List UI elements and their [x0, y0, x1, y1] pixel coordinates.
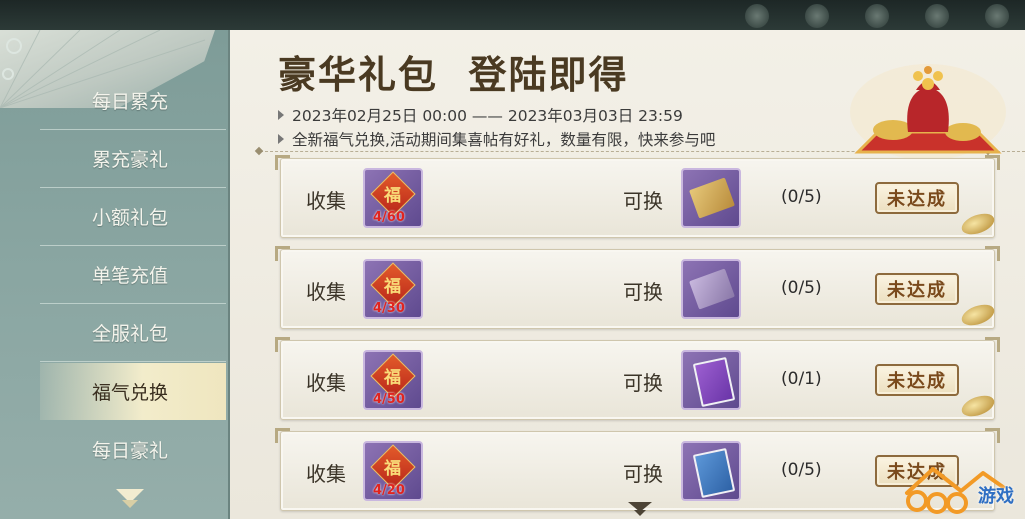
collect-progress: 4/30 [373, 301, 405, 316]
tassel-icon [958, 300, 998, 330]
time-range-text: 2023年02月25日 00:00 —— 2023年03月03日 23:59 [292, 107, 683, 125]
sidebar: 每日累充 累充豪礼 小额礼包 单笔充值 全服礼包 福气兑换 每日豪礼 [0, 30, 230, 519]
bullet-triangle-icon [278, 110, 284, 120]
scroll-down-icon-inner [634, 510, 646, 516]
watermark-text: 游戏 [978, 486, 1014, 507]
collect-progress: 4/20 [373, 483, 405, 498]
bullet-triangle-icon [278, 134, 284, 144]
ornament-icon [745, 4, 769, 28]
gold-ticket-icon [689, 177, 735, 219]
page-title: 豪华礼包 登陆即得 [278, 52, 629, 97]
exchange-row: 收集 福 4/20 可换 (0/5) 未达成 [275, 428, 1000, 511]
exchange-count: (0/5) [781, 278, 822, 298]
event-time-range: 2023年02月25日 00:00 —— 2023年03月03日 23:59 [278, 104, 683, 126]
sidebar-item-fortune-exchange[interactable]: 福气兑换 [40, 363, 226, 420]
sidebar-item-label: 单笔充值 [92, 265, 169, 287]
fu-card-item[interactable]: 福 4/50 [363, 350, 423, 410]
exchange-count: (0/5) [781, 187, 822, 207]
ornament-icon [925, 4, 949, 28]
reward-item[interactable] [681, 259, 741, 319]
sidebar-item-label: 小额礼包 [92, 207, 169, 229]
description-text: 全新福气兑换,活动期间集喜帖有好礼，数量有限，快来参与吧 [292, 131, 716, 149]
tassel-icon [958, 391, 998, 421]
ornament-icon [865, 4, 889, 28]
fu-character: 福 [384, 186, 401, 206]
ornament-icon [985, 4, 1009, 28]
sidebar-item-cumulative-gifts[interactable]: 累充豪礼 [40, 130, 226, 187]
exchange-count: (0/5) [781, 460, 822, 480]
fu-character: 福 [384, 277, 401, 297]
divider-ornament [254, 146, 264, 156]
violet-book-icon [692, 356, 736, 408]
purple-ticket-icon [689, 268, 735, 310]
fu-card-item[interactable]: 福 4/20 [363, 441, 423, 501]
main-panel: 豪华礼包 登陆即得 2023年02月25日 00:00 —— 2023年03月0… [230, 30, 1025, 519]
sidebar-item-label: 每日累充 [92, 91, 169, 113]
sidebar-item-server-packs[interactable]: 全服礼包 [40, 304, 226, 361]
sidebar-item-label: 累充豪礼 [92, 149, 169, 171]
exchange-row: 收集 福 4/30 可换 (0/5) 未达成 [275, 246, 1000, 330]
divider [40, 361, 226, 362]
sidebar-item-label: 福气兑换 [92, 382, 169, 404]
reward-item[interactable] [681, 441, 741, 501]
collect-label: 收集 [306, 462, 346, 486]
exchange-label: 可换 [623, 371, 663, 395]
not-reached-button[interactable]: 未达成 [875, 273, 959, 305]
sidebar-item-small-packs[interactable]: 小额礼包 [40, 188, 226, 245]
fu-character: 福 [384, 459, 401, 479]
sidebar-item-label: 全服礼包 [92, 323, 169, 345]
top-decoration-bar [0, 0, 1025, 30]
collect-progress: 4/50 [373, 392, 405, 407]
ornament-icon [805, 4, 829, 28]
event-description: 全新福气兑换,活动期间集喜帖有好礼，数量有限，快来参与吧 [278, 128, 715, 150]
fu-card-item[interactable]: 福 4/60 [363, 168, 423, 228]
not-reached-button[interactable]: 未达成 [875, 182, 959, 214]
sidebar-item-single-recharge[interactable]: 单笔充值 [40, 246, 226, 303]
exchange-label: 可换 [623, 189, 663, 213]
sidebar-item-daily-cumulative[interactable]: 每日累充 [40, 72, 226, 129]
reward-item[interactable] [681, 350, 741, 410]
sidebar-item-label: 每日豪礼 [92, 440, 169, 462]
exchange-count: (0/1) [781, 369, 822, 389]
sidebar-item-daily-gifts[interactable]: 每日豪礼 [40, 421, 226, 478]
scroll-down-icon-inner [122, 500, 138, 508]
exchange-row: 收集 福 4/50 可换 (0/1) 未达成 [275, 337, 1000, 421]
blue-book-icon [692, 447, 736, 499]
not-reached-button[interactable]: 未达成 [875, 364, 959, 396]
reward-item[interactable] [681, 168, 741, 228]
exchange-label: 可换 [623, 280, 663, 304]
collect-label: 收集 [306, 371, 346, 395]
collect-label: 收集 [306, 189, 346, 213]
collect-progress: 4/60 [373, 210, 405, 225]
collect-label: 收集 [306, 280, 346, 304]
exchange-label: 可换 [623, 462, 663, 486]
fu-card-item[interactable]: 福 4/30 [363, 259, 423, 319]
fu-character: 福 [384, 368, 401, 388]
exchange-row: 收集 福 4/60 可换 (0/5) 未达成 [275, 155, 1000, 239]
tassel-icon [958, 209, 998, 239]
gift-bag-illustration [850, 64, 1006, 160]
